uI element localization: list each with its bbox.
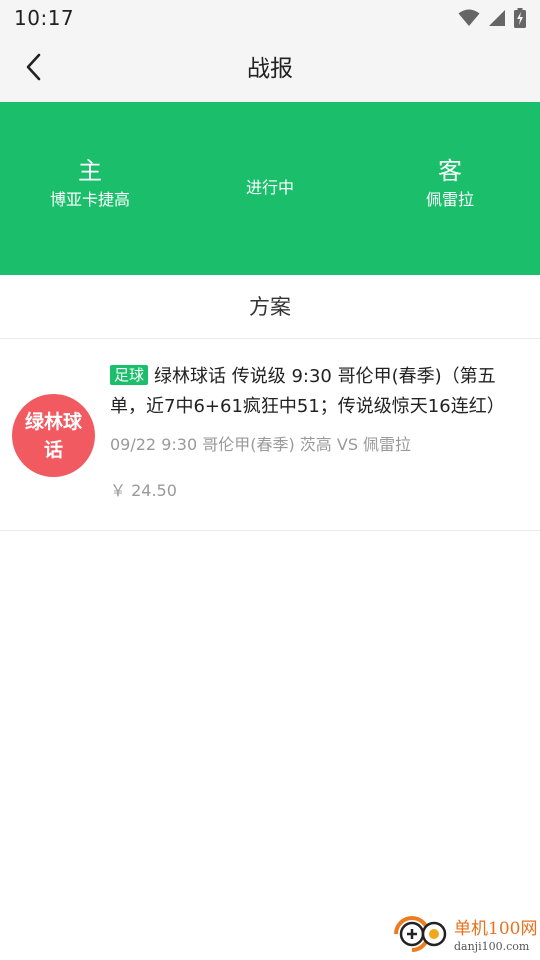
home-team: 主 博亚卡捷高 bbox=[0, 156, 180, 212]
status-bar: 10:17 bbox=[0, 0, 540, 36]
page-title: 战报 bbox=[247, 56, 293, 82]
watermark-brand: 单机100网 bbox=[454, 918, 538, 939]
away-team: 客 佩雷拉 bbox=[360, 156, 540, 212]
watermark-logo-icon bbox=[390, 914, 450, 958]
watermark-url: danji100.com bbox=[454, 939, 530, 953]
screen: 10:17 战报 主 博亚卡捷高 进行中 客 佩雷拉 方案 绿林球话 足球 绿林… bbox=[0, 0, 540, 960]
signal-icon bbox=[488, 9, 506, 27]
sport-tag: 足球 bbox=[110, 365, 149, 385]
watermark-text: 单机100网 danji100.com bbox=[454, 918, 538, 953]
plan-price: ￥ 24.50 bbox=[110, 481, 177, 500]
plan-title: 足球 绿林球话 传说级 9:30 哥伦甲(春季)（第五单，近7中6+61疯狂中51… bbox=[110, 362, 522, 422]
status-icons bbox=[458, 8, 526, 28]
wifi-icon bbox=[458, 9, 480, 27]
section-title: 方案 bbox=[0, 275, 540, 339]
status-time: 10:17 bbox=[14, 6, 75, 30]
plan-meta: 09/22 9:30 哥伦甲(春季) 茨高 VS 佩雷拉 bbox=[110, 435, 412, 454]
home-team-name: 博亚卡捷高 bbox=[49, 190, 130, 209]
match-banner: 主 博亚卡捷高 进行中 客 佩雷拉 bbox=[0, 102, 540, 275]
plan-title-text: 绿林球话 传说级 9:30 哥伦甲(春季)（第五单，近7中6+61疯狂中51；传… bbox=[110, 366, 505, 417]
app-header: 战报 bbox=[0, 36, 540, 102]
home-team-role: 主 bbox=[78, 157, 102, 185]
avatar: 绿林球话 bbox=[12, 394, 95, 477]
away-team-name: 佩雷拉 bbox=[425, 190, 474, 209]
away-team-role: 客 bbox=[438, 157, 462, 185]
battery-charging-icon bbox=[514, 8, 526, 28]
plan-card[interactable]: 绿林球话 足球 绿林球话 传说级 9:30 哥伦甲(春季)（第五单，近7中6+61… bbox=[0, 340, 540, 531]
match-status: 进行中 bbox=[245, 178, 294, 197]
watermark: 单机100网 danji100.com bbox=[390, 914, 538, 958]
